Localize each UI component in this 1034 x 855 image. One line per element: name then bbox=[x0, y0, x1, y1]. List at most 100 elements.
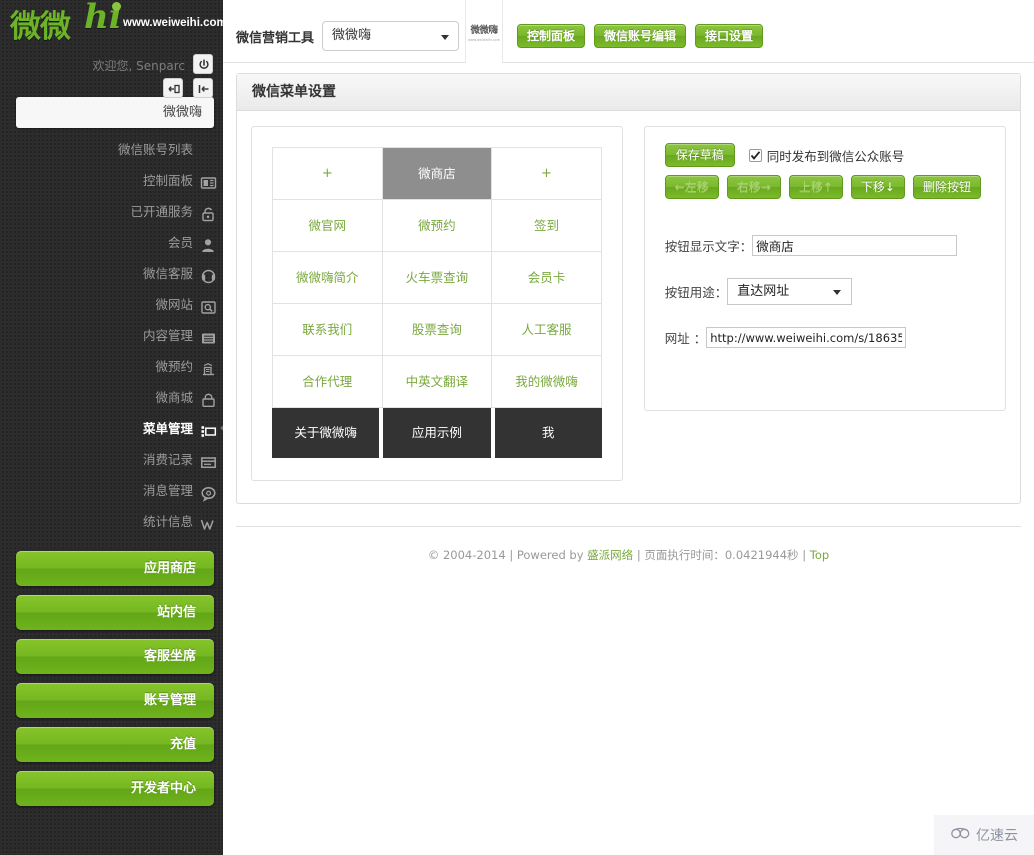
logo-text-cn: 微微 bbox=[10, 9, 71, 45]
dashboard-button[interactable]: 控制面板 bbox=[517, 24, 586, 48]
account-thumbnail-label: 微微嗨 bbox=[470, 24, 498, 36]
menu-root-button-2[interactable]: 应用示例 bbox=[383, 408, 495, 458]
footer-top-link[interactable]: Top bbox=[810, 548, 829, 562]
watermark: 亿速云 bbox=[934, 815, 1034, 855]
sidebar-item-messages[interactable]: 消息管理 bbox=[0, 475, 223, 506]
sidebar-item-shop[interactable]: 微商城 bbox=[0, 382, 223, 413]
sidebar-button-agent-seat[interactable]: 客服坐席 bbox=[16, 639, 214, 674]
current-account[interactable]: 微微嗨 bbox=[16, 97, 214, 128]
menu-cell-add-left[interactable]: + bbox=[273, 148, 383, 200]
sidebar-button-recharge[interactable]: 充值 bbox=[16, 727, 214, 762]
account-thumbnail-url: www.weiweihi.com bbox=[467, 37, 501, 42]
save-draft-button[interactable]: 保存草稿 bbox=[664, 143, 735, 167]
sidebar-button-developer-center[interactable]: 开发者中心 bbox=[16, 771, 214, 806]
menu-root-buttons-row: 关于微微嗨 应用示例 我 bbox=[272, 408, 602, 458]
footer: © 2004-2014 | Powered by 盛派网络 | 页面执行时间：0… bbox=[223, 527, 1034, 563]
menu-cell[interactable]: 微官网 bbox=[273, 200, 383, 252]
button-settings-form: 保存草稿 同时发布到微信公众账号 ←左移 右移→ 上移↑ 下移↓ 删除按钮 按钮… bbox=[643, 126, 1006, 411]
sidebar-item-label: 控制面板 bbox=[142, 173, 193, 188]
welcome-text: 欢迎您, Senparc bbox=[92, 59, 185, 73]
sidebar-item-dashboard[interactable]: 控制面板 bbox=[0, 165, 223, 196]
sidebar-item-statistics[interactable]: 统计信息 bbox=[0, 506, 223, 537]
sidebar-item-microsite[interactable]: 微网站 bbox=[0, 289, 223, 320]
menu-cell-selected[interactable]: 微商店 bbox=[382, 148, 493, 200]
sidebar-item-label: 微信账号列表 bbox=[117, 142, 193, 157]
purpose-select[interactable]: 直达网址 bbox=[727, 278, 853, 305]
wechat-account-edit-button[interactable]: 微信账号编辑 bbox=[594, 24, 687, 48]
menu-grid: + 微商店 + 微官网 微预约 签到 微微嗨简介 火车票查询 会员卡 联系我们 … bbox=[272, 147, 602, 408]
topbar: 微信营销工具 微微嗨 微微嗨 www.weiweihi.com 控制面板 微信账… bbox=[223, 0, 1034, 63]
sidebar-item-booking[interactable]: 微预约 bbox=[0, 351, 223, 382]
menu-settings-panel: 微信菜单设置 + 微商店 + 微官网 微预约 签到 微微嗨简介 火车票查询 会员… bbox=[236, 73, 1021, 504]
power-icon[interactable] bbox=[193, 54, 213, 74]
sidebar: 微微 hi www.weiweihi.com 欢迎您, Senparc 微微嗨 bbox=[0, 0, 227, 855]
sidebar-button-appstore[interactable]: 应用商店 bbox=[16, 551, 214, 586]
menu-cell[interactable]: 火车票查询 bbox=[382, 252, 493, 304]
move-right-button[interactable]: 右移→ bbox=[726, 175, 781, 199]
sidebar-nav: 微信账号列表 控制面板 已开通服务 会员 微信客服 微网站 内容管理 微预约 微… bbox=[0, 134, 227, 537]
menu-cell[interactable]: 合作代理 bbox=[273, 356, 383, 408]
headset-icon bbox=[200, 265, 217, 284]
url-label: 网址 ： bbox=[664, 331, 707, 346]
api-settings-button[interactable]: 接口设置 bbox=[695, 24, 764, 48]
sidebar-item-wechat-service[interactable]: 微信客服 bbox=[0, 258, 223, 289]
sidebar-item-account-list[interactable]: 微信账号列表 bbox=[0, 134, 223, 165]
sidebar-button-inbox[interactable]: 站内信 bbox=[16, 595, 214, 630]
watermark-text: 亿速云 bbox=[976, 828, 1018, 844]
publish-checkbox-label: 同时发布到微信公众账号 bbox=[766, 148, 905, 164]
sidebar-item-label: 消费记录 bbox=[142, 452, 193, 467]
menu-cell[interactable]: 微预约 bbox=[382, 200, 493, 252]
purpose-select-value: 直达网址 bbox=[737, 284, 790, 299]
delete-button[interactable]: 删除按钮 bbox=[912, 175, 981, 199]
move-left-button[interactable]: ←左移 bbox=[664, 175, 719, 199]
collapse-icon[interactable] bbox=[193, 78, 213, 98]
move-up-button[interactable]: 上移↑ bbox=[788, 175, 843, 199]
content-wrapper: 微信菜单设置 + 微商店 + 微官网 微预约 签到 微微嗨简介 火车票查询 会员… bbox=[223, 63, 1034, 504]
sidebar-item-label: 内容管理 bbox=[142, 328, 193, 343]
sidebar-item-label: 微网站 bbox=[155, 297, 193, 312]
sidebar-action-buttons: 应用商店 站内信 客服坐席 账号管理 充值 开发者中心 bbox=[0, 551, 223, 806]
menu-root-button-1[interactable]: 关于微微嗨 bbox=[272, 408, 384, 458]
bag-icon bbox=[200, 389, 217, 408]
sidebar-item-services[interactable]: 已开通服务 bbox=[0, 196, 223, 227]
menu-cell[interactable]: 股票查询 bbox=[382, 304, 493, 356]
sidebar-item-label: 统计信息 bbox=[142, 514, 193, 529]
account-select[interactable]: 微微嗨 bbox=[322, 21, 460, 51]
archive-icon bbox=[200, 327, 217, 344]
sidebar-item-consumption[interactable]: 消费记录 bbox=[0, 444, 223, 475]
move-down-button[interactable]: 下移↓ bbox=[850, 175, 905, 199]
sidebar-item-label: 菜单管理 bbox=[142, 421, 193, 436]
chart-icon bbox=[200, 513, 217, 530]
sidebar-item-menu-management[interactable]: 菜单管理 bbox=[0, 413, 227, 444]
url-input[interactable] bbox=[706, 327, 907, 348]
menu-cell[interactable]: 人工客服 bbox=[492, 304, 601, 356]
topbar-title: 微信营销工具 bbox=[236, 30, 315, 46]
chat-icon bbox=[200, 482, 217, 502]
sidebar-item-label: 会员 bbox=[167, 235, 193, 250]
menu-cell[interactable]: 会员卡 bbox=[492, 252, 601, 304]
menu-cell-add-right[interactable]: + bbox=[492, 148, 601, 200]
menu-cell[interactable]: 我的微微嗨 bbox=[492, 356, 601, 408]
sidebar-item-content[interactable]: 内容管理 bbox=[0, 320, 223, 351]
menu-cell[interactable]: 微微嗨简介 bbox=[273, 252, 383, 304]
main-area: 微信营销工具 微微嗨 微微嗨 www.weiweihi.com 控制面板 微信账… bbox=[223, 0, 1034, 855]
sidebar-item-members[interactable]: 会员 bbox=[0, 227, 223, 258]
pin-left-icon[interactable] bbox=[163, 78, 184, 98]
publish-checkbox[interactable] bbox=[748, 148, 762, 162]
footer-exec-label: | 页面执行时间： bbox=[633, 548, 725, 562]
sidebar-item-label: 已开通服务 bbox=[130, 204, 193, 219]
save-row: 保存草稿 同时发布到微信公众账号 bbox=[664, 143, 989, 167]
footer-company-link[interactable]: 盛派网络 bbox=[587, 548, 633, 562]
calendar-icon bbox=[200, 358, 217, 376]
menu-cell[interactable]: 中英文翻译 bbox=[382, 356, 493, 408]
menu-root-button-3[interactable]: 我 bbox=[494, 408, 602, 458]
account-select-value: 微微嗨 bbox=[332, 28, 372, 43]
card-icon bbox=[200, 451, 217, 469]
display-text-input[interactable] bbox=[752, 235, 958, 256]
account-thumbnail: 微微嗨 www.weiweihi.com bbox=[465, 0, 503, 63]
sidebar-button-account-management[interactable]: 账号管理 bbox=[16, 683, 214, 718]
list-icon bbox=[200, 420, 217, 437]
menu-cell[interactable]: 联系我们 bbox=[273, 304, 383, 356]
brand-logo[interactable]: 微微 hi www.weiweihi.com bbox=[0, 0, 227, 45]
menu-cell[interactable]: 签到 bbox=[492, 200, 601, 252]
